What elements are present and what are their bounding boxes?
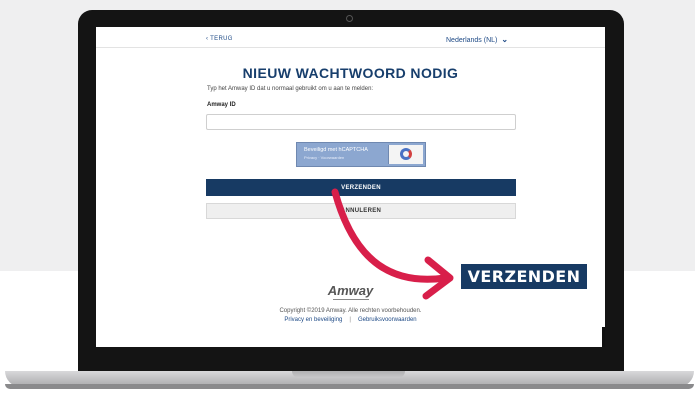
laptop-screen: ‹ TERUG Nederlands (NL) ⌄ NIEUW WACHTWOOR… bbox=[96, 27, 605, 347]
amway-id-input[interactable] bbox=[206, 114, 516, 130]
cancel-button[interactable]: ANNULEREN bbox=[206, 203, 516, 219]
callout-submit-label: VERZENDEN bbox=[459, 262, 589, 291]
logo-underline bbox=[333, 299, 369, 300]
language-select[interactable]: Nederlands (NL) ⌄ bbox=[446, 35, 508, 44]
webcam-icon bbox=[346, 15, 353, 22]
back-link-label: TERUG bbox=[210, 36, 233, 42]
footer-links: Privacy en beveiliging | Gebruiksvoorwaard… bbox=[96, 317, 605, 323]
back-link[interactable]: ‹ TERUG bbox=[206, 36, 233, 42]
language-label: Nederlands (NL) bbox=[446, 37, 498, 44]
header-divider bbox=[96, 47, 605, 48]
chevron-left-icon: ‹ bbox=[206, 36, 209, 42]
captcha-label: Beveiligd met hCAPTCHA bbox=[304, 147, 368, 153]
captcha-sublabel: Privacy · Voorwaarden bbox=[304, 155, 345, 160]
page-title: NIEUW WACHTWOORD NODIG bbox=[242, 65, 459, 81]
footer-separator: | bbox=[349, 317, 351, 323]
laptop-hinge-notch bbox=[292, 371, 405, 378]
terms-link[interactable]: Gebruiksvoorwaarden bbox=[358, 317, 417, 323]
captcha-logo-icon bbox=[388, 145, 423, 164]
submit-button[interactable]: VERZENDEN bbox=[206, 179, 516, 196]
chevron-down-icon: ⌄ bbox=[501, 35, 509, 44]
screen-edge bbox=[602, 327, 605, 347]
captcha-widget[interactable]: Beveiligd met hCAPTCHA Privacy · Voorwaa… bbox=[296, 142, 426, 167]
copyright-text: Copyright ©2019 Amway. Alle rechten voor… bbox=[279, 308, 422, 314]
amway-id-label: Amway ID bbox=[207, 102, 236, 108]
instructions-text: Typ het Amway ID dat u normaal gebruikt … bbox=[207, 86, 374, 92]
laptop-base-edge bbox=[5, 384, 694, 389]
privacy-link[interactable]: Privacy en beveiliging bbox=[284, 317, 342, 323]
